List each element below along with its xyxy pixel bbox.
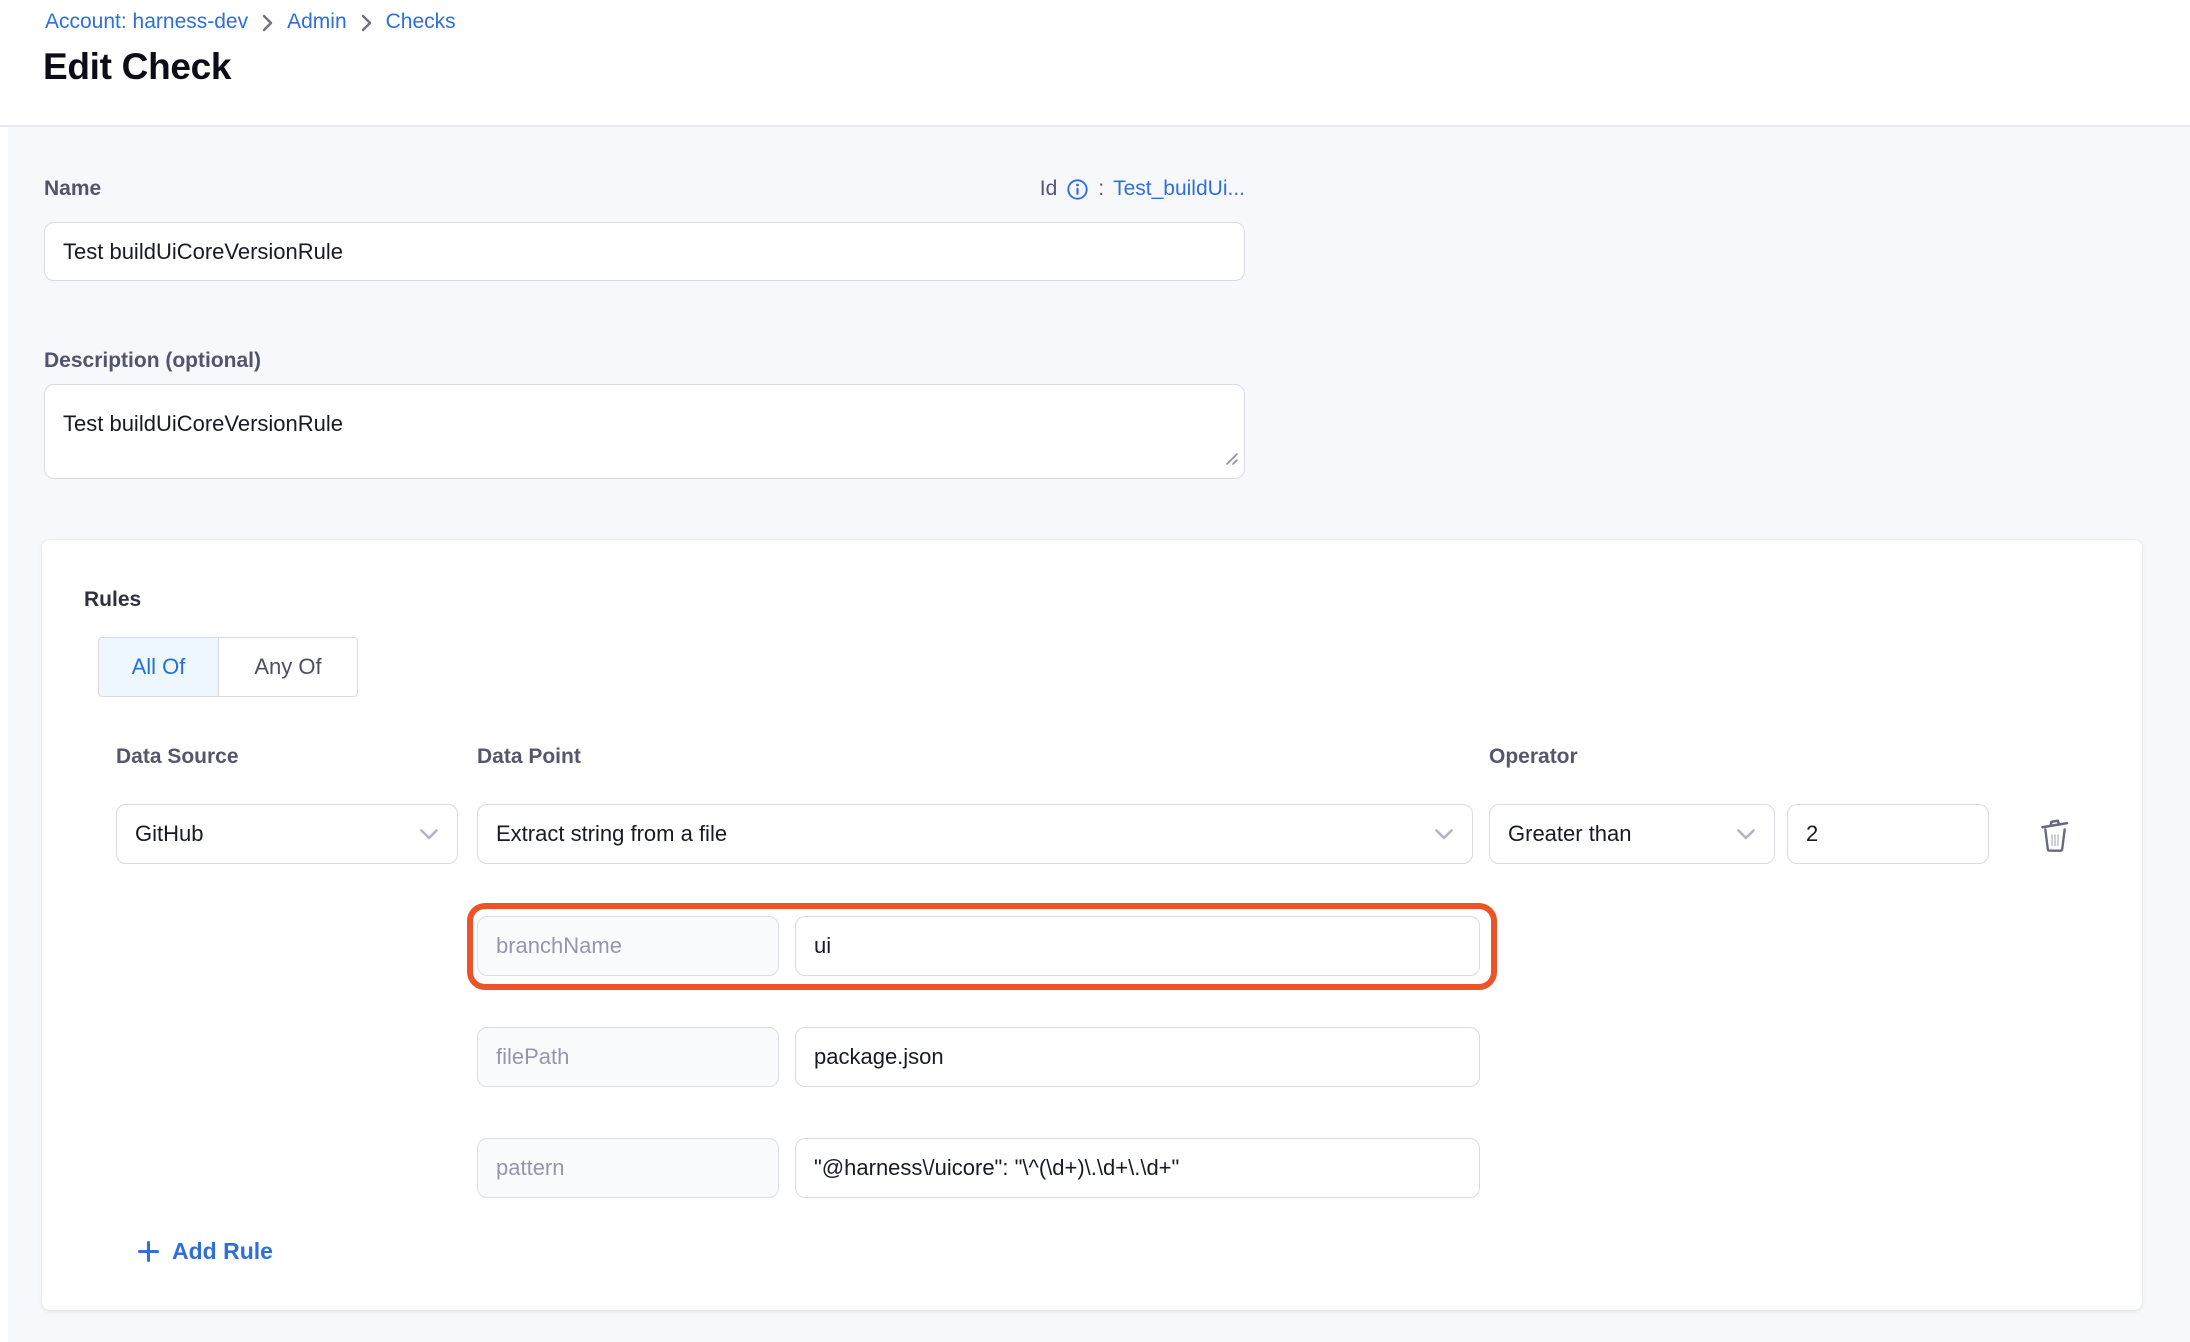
id-display: Id : Test_buildUi...	[1040, 177, 1245, 201]
breadcrumb-account-link[interactable]: Account: harness-dev	[45, 10, 248, 34]
data-point-select[interactable]: Extract string from a file	[477, 804, 1473, 864]
rules-section-label: Rules	[84, 588, 141, 612]
main-content: Name Id : Test_buildUi... Description (o…	[0, 127, 2190, 1342]
arg-key-pattern: pattern	[477, 1138, 779, 1198]
chevron-down-icon	[1736, 828, 1756, 841]
arg-value-filepath-input[interactable]	[795, 1027, 1480, 1087]
name-label: Name	[44, 177, 101, 201]
page-header: Account: harness-dev Admin Checks Edit C…	[0, 0, 2190, 125]
arg-value-pattern-input[interactable]	[795, 1138, 1480, 1198]
data-source-label: Data Source	[116, 745, 239, 769]
resize-handle-icon[interactable]	[1223, 450, 1239, 471]
arg-row-pattern: pattern	[42, 1138, 2142, 1198]
name-label-row: Name Id : Test_buildUi...	[44, 177, 1245, 201]
plus-icon	[137, 1240, 160, 1263]
id-separator: :	[1098, 177, 1104, 201]
id-value-link[interactable]: Test_buildUi...	[1113, 177, 1245, 201]
arg-key-filepath: filePath	[477, 1027, 779, 1087]
description-label: Description (optional)	[44, 349, 261, 373]
trash-icon	[2038, 816, 2072, 854]
breadcrumb: Account: harness-dev Admin Checks	[45, 10, 456, 34]
any-of-button[interactable]: Any Of	[219, 637, 358, 697]
arg-row-filepath: filePath	[42, 1027, 2142, 1087]
page-title: Edit Check	[43, 46, 231, 88]
arg-row-branchname: branchName	[42, 916, 2142, 976]
chevron-right-icon	[360, 13, 373, 33]
rules-match-toggle: All Of Any Of	[98, 637, 358, 697]
arg-value-branchname-input[interactable]	[795, 916, 1480, 976]
info-icon[interactable]	[1066, 178, 1089, 201]
chevron-down-icon	[1434, 828, 1454, 841]
delete-rule-button[interactable]	[2030, 810, 2080, 860]
rules-card: Rules All Of Any Of Data Source Data Poi…	[42, 540, 2142, 1310]
add-rule-button[interactable]: Add Rule	[137, 1238, 273, 1265]
operator-select[interactable]: Greater than	[1489, 804, 1775, 864]
id-label: Id	[1040, 177, 1058, 201]
data-point-label: Data Point	[477, 745, 581, 769]
add-rule-label: Add Rule	[172, 1238, 273, 1265]
arg-key-branchname: branchName	[477, 916, 779, 976]
all-of-button[interactable]: All Of	[98, 637, 219, 697]
operator-label: Operator	[1489, 745, 1578, 769]
data-point-value: Extract string from a file	[496, 821, 727, 847]
data-source-select[interactable]: GitHub	[116, 804, 458, 864]
name-input[interactable]	[44, 222, 1245, 281]
operator-value: Greater than	[1508, 821, 1632, 847]
chevron-right-icon	[261, 13, 274, 33]
description-textarea[interactable]: Test buildUiCoreVersionRule	[44, 384, 1245, 479]
left-edge-strip	[0, 127, 8, 1342]
chevron-down-icon	[419, 828, 439, 841]
breadcrumb-checks-link[interactable]: Checks	[386, 10, 456, 34]
breadcrumb-admin-link[interactable]: Admin	[287, 10, 347, 34]
data-source-value: GitHub	[135, 821, 203, 847]
threshold-input[interactable]	[1787, 804, 1989, 864]
description-field: Test buildUiCoreVersionRule	[44, 384, 1245, 479]
